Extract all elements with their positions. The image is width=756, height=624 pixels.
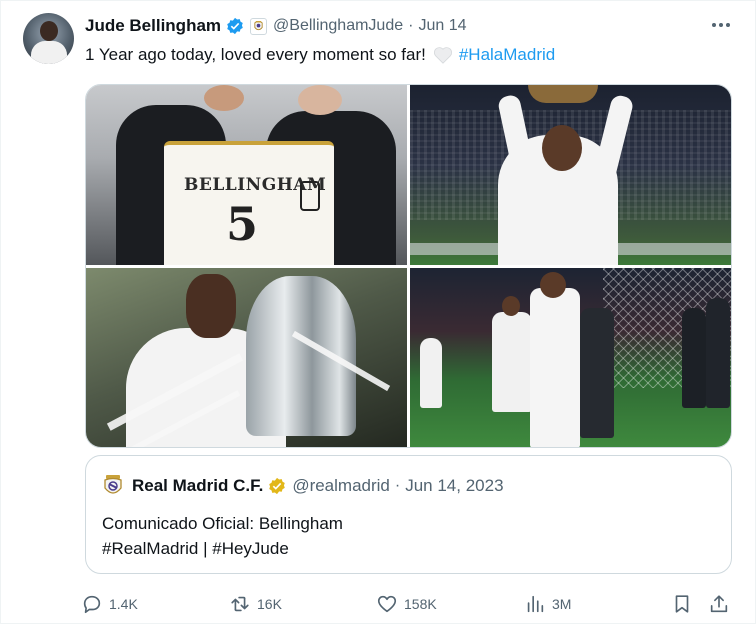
real-madrid-crest-icon[interactable] (250, 17, 268, 35)
face-right (298, 85, 342, 115)
views-icon (527, 595, 544, 613)
bookmark-button[interactable] (671, 591, 693, 617)
player-figure (420, 338, 442, 408)
photographer-figure (706, 298, 730, 408)
photographer-figure (580, 308, 614, 438)
quoted-author-handle[interactable]: @realmadrid (292, 476, 390, 496)
jersey-patch (300, 181, 320, 211)
verified-badge-icon[interactable] (226, 17, 244, 35)
author-avatar[interactable] (23, 13, 74, 64)
like-count: 158K (404, 596, 437, 612)
reply-button[interactable]: 1.4K (81, 591, 138, 617)
raised-trophy (528, 85, 598, 103)
jersey-number: 5 (226, 197, 259, 251)
author-name[interactable]: Jude Bellingham (85, 16, 221, 36)
player-head (542, 125, 582, 171)
share-icon (710, 595, 728, 613)
like-button[interactable]: 158K (376, 591, 437, 617)
views-count: 3M (552, 596, 572, 612)
quoted-author-name[interactable]: Real Madrid C.F. (132, 476, 263, 496)
player-figure (492, 312, 532, 412)
action-bar: 1.4K 16K 158K 3M (81, 591, 741, 617)
player-head-sunglasses (186, 274, 236, 338)
player-head-main (540, 272, 566, 298)
reply-count: 1.4K (109, 596, 138, 612)
presented-jersey: BELLINGHAM 5 (164, 141, 334, 265)
tweet[interactable]: Jude Bellingham @BellinghamJude · Jun 14… (0, 0, 756, 624)
repost-count: 16K (257, 596, 282, 612)
avatar-shirt (31, 41, 67, 64)
author-handle[interactable]: @BellinghamJude (273, 17, 403, 35)
player-figure-main (530, 288, 580, 447)
quoted-tweet-line2: #RealMadrid | #HeyJude (102, 539, 289, 558)
quoted-tweet[interactable]: Real Madrid C.F. @realmadrid · Jun 14, 2… (85, 455, 732, 574)
share-button[interactable] (708, 591, 730, 617)
avatar-head (40, 21, 58, 41)
quoted-tweet-line1: Comunicado Oficial: Bellingham (102, 514, 343, 533)
repost-icon (231, 596, 249, 612)
photo-trophy-celebration[interactable] (86, 268, 407, 447)
like-icon (377, 595, 397, 613)
player-head (502, 296, 520, 316)
bookmark-icon (675, 595, 689, 613)
tweet-date[interactable]: Jun 14 (418, 17, 466, 35)
repost-button[interactable]: 16K (229, 591, 282, 617)
photo-presentation[interactable]: BELLINGHAM 5 (86, 85, 407, 265)
tweet-header: Jude Bellingham @BellinghamJude · Jun 14 (85, 15, 467, 37)
photo-trophy-raised[interactable] (410, 85, 731, 265)
quoted-tweet-header: Real Madrid C.F. @realmadrid · Jun 14, 2… (102, 474, 504, 498)
views-button[interactable]: 3M (524, 591, 571, 617)
reply-icon (83, 595, 101, 614)
media-grid: BELLINGHAM 5 (85, 84, 732, 448)
hashtag-link[interactable]: #HalaMadrid (459, 45, 555, 65)
white-heart-emoji (433, 46, 453, 64)
more-icon[interactable] (709, 15, 733, 35)
gold-verified-badge-icon[interactable] (268, 477, 286, 495)
face-left (204, 85, 244, 111)
separator-dot: · (394, 477, 401, 494)
separator-dot: · (408, 17, 414, 34)
tweet-text: 1 Year ago today, loved every moment so … (85, 45, 555, 65)
real-madrid-crest-icon (102, 474, 124, 498)
photo-pitch-celebration[interactable] (410, 268, 731, 447)
tweet-text-body: 1 Year ago today, loved every moment so … (85, 45, 426, 64)
photographer-figure (682, 308, 706, 408)
quoted-tweet-date[interactable]: Jun 14, 2023 (405, 476, 503, 496)
